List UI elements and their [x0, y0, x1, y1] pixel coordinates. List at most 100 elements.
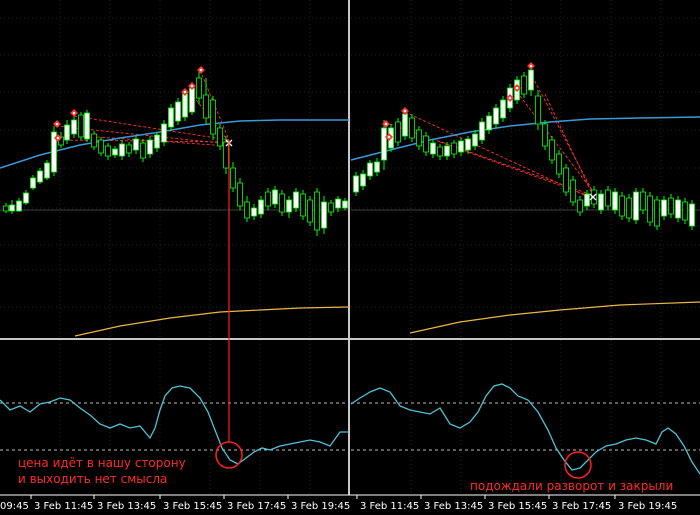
candle-body [30, 177, 36, 189]
candle-body [395, 121, 401, 143]
candle-body [668, 197, 674, 215]
candle-body [535, 95, 541, 125]
candle-body [105, 145, 111, 157]
candle-body [542, 123, 548, 147]
candle-body [661, 199, 667, 217]
candle-body [112, 148, 118, 156]
candle-body [3, 205, 9, 212]
candle-body [570, 179, 576, 203]
candle-body [626, 197, 632, 219]
candle-body [258, 199, 264, 215]
candle-body [353, 175, 359, 193]
candle-body [203, 94, 209, 119]
candle-body [189, 87, 195, 113]
candle-body [64, 124, 70, 141]
signal-marker-dot [72, 111, 76, 115]
candle-body [126, 144, 132, 154]
candle-body [675, 199, 681, 219]
time-tick-label: 3 Feb 17:45 [227, 501, 286, 512]
candle-body [654, 199, 660, 227]
candle-body [423, 135, 429, 153]
candle-body [16, 200, 22, 212]
time-tick-label: 3 Feb 15:45 [163, 501, 222, 512]
candle-body [328, 202, 334, 213]
candle-body [168, 107, 174, 128]
left-annotation-line-2: и выходить нет смысла [18, 472, 168, 486]
time-tick-label: 3 Feb 11:45 [34, 501, 93, 512]
candle-body [279, 193, 285, 213]
time-tick-label: 3 Feb 13:45 [424, 501, 483, 512]
candle-body [360, 173, 366, 187]
candle-body [563, 167, 569, 193]
candle-body [493, 107, 499, 125]
candle-body [367, 162, 373, 177]
candle-body [444, 145, 450, 157]
candle-body [689, 203, 695, 227]
signal-marker-dot [387, 135, 391, 139]
candle-body [9, 204, 15, 212]
signal-marker-dot [183, 90, 187, 94]
candle-body [402, 113, 408, 137]
candle-body [549, 139, 555, 161]
candle-body [251, 207, 257, 217]
candle-body [374, 161, 380, 173]
candle-body [381, 127, 387, 161]
candle-body [430, 142, 436, 155]
candle-body [598, 193, 604, 211]
candle-body [161, 123, 167, 143]
candle-body [78, 114, 84, 138]
candle-body [210, 99, 216, 135]
candle-body [84, 112, 90, 140]
candle-body [556, 153, 562, 175]
candle-body [577, 199, 583, 213]
candle-body [44, 162, 50, 179]
left-annotation: цена идёт в нашу сторону и выходить нет … [18, 455, 186, 487]
time-tick-label: 3 Feb 17:45 [552, 501, 611, 512]
time-tick-label: 3 Feb 15:45 [488, 501, 547, 512]
signal-marker-dot [384, 122, 388, 126]
signal-marker-dot [190, 84, 194, 88]
candle-body [154, 134, 160, 149]
candle-body [182, 93, 188, 118]
candle-body [230, 167, 236, 189]
signal-marker-dot [199, 68, 203, 72]
candle-body [528, 69, 534, 91]
candle-body [647, 195, 653, 223]
candle-body [612, 191, 618, 211]
candle-body [458, 140, 464, 153]
candle-body [175, 101, 181, 122]
candle-body [293, 191, 299, 209]
candle-body [633, 191, 639, 221]
candle-body [335, 198, 341, 209]
candle-body [605, 189, 611, 207]
candle-body [465, 138, 471, 151]
candle-body [409, 117, 415, 139]
candle-body [147, 139, 153, 155]
time-tick-label: 3 Feb 11:45 [360, 501, 419, 512]
candle-body [71, 119, 77, 135]
candle-body [416, 129, 422, 147]
candle-body [500, 99, 506, 119]
candle-body [23, 192, 29, 204]
candle-body [437, 146, 443, 157]
candle-body [682, 201, 688, 221]
candle-body [486, 115, 492, 131]
candle-body [237, 182, 243, 207]
candle-body [342, 200, 348, 209]
candle-body [133, 138, 139, 151]
signal-marker-dot [515, 86, 519, 90]
candle-body [265, 191, 271, 207]
candle-body [140, 142, 146, 159]
candle-body [244, 201, 250, 219]
candle-body [619, 195, 625, 217]
signal-marker-dot [55, 122, 59, 126]
time-tick-label: 3 Feb 13:45 [97, 501, 156, 512]
candle-body [584, 193, 590, 207]
candle-body [300, 193, 306, 217]
time-tick-label: 3 Feb 19:45 [291, 501, 350, 512]
candle-body [196, 77, 202, 99]
candle-body [91, 133, 97, 148]
time-tick-label: 3 Feb 19:45 [618, 501, 677, 512]
candle-body [272, 189, 278, 205]
right-annotation-line-1: подождали разворот и закрыли [470, 479, 674, 493]
